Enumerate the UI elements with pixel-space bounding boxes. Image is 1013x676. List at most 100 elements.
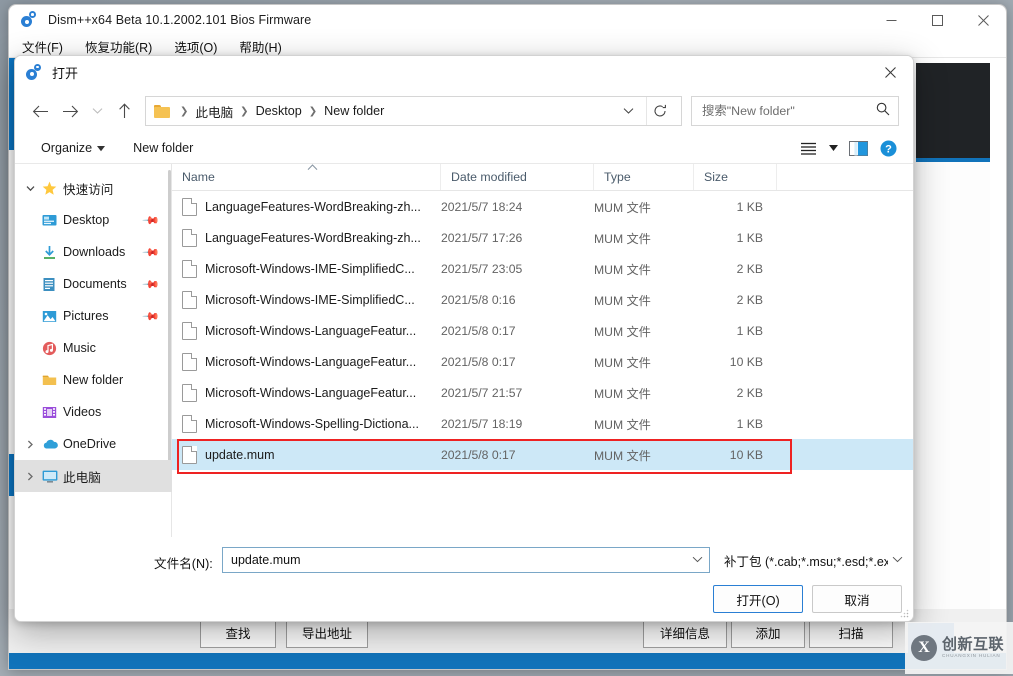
list-view-icon[interactable] — [795, 136, 821, 160]
close-button[interactable] — [960, 5, 1006, 35]
file-icon — [182, 229, 197, 247]
sidebar-item-onedrive[interactable]: OneDrive — [15, 428, 172, 460]
folder-icon — [154, 105, 170, 118]
table-row[interactable]: Microsoft-Windows-LanguageFeatur...2021/… — [172, 346, 913, 377]
file-size-cell: 1 KB — [694, 200, 777, 214]
organize-button[interactable]: Organize — [35, 138, 111, 158]
dialog-gear-icon — [26, 64, 44, 82]
file-date-cell: 2021/5/7 21:57 — [441, 386, 594, 400]
file-size-cell: 1 KB — [694, 231, 777, 245]
view-controls: ? — [795, 136, 901, 160]
chevron-down-icon — [97, 141, 105, 155]
file-date-cell: 2021/5/7 17:26 — [441, 231, 594, 245]
sidebar-item-new-folder[interactable]: New folder — [15, 364, 172, 396]
recent-locations-chevron-down-icon[interactable] — [85, 96, 109, 126]
menu-item-help[interactable]: 帮助(H) — [236, 36, 284, 57]
file-type-cell: MUM 文件 — [594, 260, 694, 278]
help-icon[interactable]: ? — [875, 136, 901, 160]
file-icon — [182, 260, 197, 278]
maximize-button[interactable] — [914, 5, 960, 35]
forward-arrow-icon[interactable] — [55, 96, 85, 126]
pin-icon[interactable]: 📌 — [142, 211, 161, 230]
up-arrow-icon[interactable] — [109, 96, 139, 126]
folder-icon — [39, 373, 60, 388]
filetype-chevron-down-icon[interactable] — [892, 555, 903, 566]
sidebar-item-this-pc[interactable]: 此电脑 — [15, 460, 172, 492]
table-row[interactable]: Microsoft-Windows-IME-SimplifiedC...2021… — [172, 253, 913, 284]
table-row[interactable]: Microsoft-Windows-Spelling-Dictiona...20… — [172, 408, 913, 439]
menu-item-recovery[interactable]: 恢复功能(R) — [82, 36, 155, 57]
new-folder-label: New folder — [133, 141, 193, 155]
dialog-close-button[interactable] — [868, 56, 913, 89]
pictures-icon — [39, 309, 60, 324]
breadcrumb-chevron-down-icon[interactable] — [617, 97, 639, 125]
file-size-cell: 2 KB — [694, 293, 777, 307]
search-icon[interactable] — [876, 102, 890, 121]
table-row[interactable]: Microsoft-Windows-LanguageFeatur...2021/… — [172, 377, 913, 408]
filename-input[interactable] — [229, 552, 692, 568]
breadcrumb[interactable]: ❯ 此电脑 ❯ Desktop ❯ New folder — [145, 96, 682, 126]
filename-label: 文件名(N): — [154, 553, 213, 572]
breadcrumb-item-newfolder[interactable]: New folder — [321, 104, 387, 118]
table-row[interactable]: Microsoft-Windows-LanguageFeatur...2021/… — [172, 315, 913, 346]
preview-pane-icon[interactable] — [845, 136, 871, 160]
file-icon — [182, 291, 197, 309]
sidebar-item-desktop[interactable]: Desktop 📌 — [15, 204, 172, 236]
open-button[interactable]: 打开(O) — [713, 585, 803, 613]
sidebar-item-videos[interactable]: Videos — [15, 396, 172, 428]
pin-icon[interactable]: 📌 — [142, 307, 161, 326]
menu-item-options[interactable]: 选项(O) — [171, 36, 220, 57]
filetype-value: 补丁包 (*.cab;*.msu;*.esd;*.ex — [724, 551, 888, 570]
table-row[interactable]: Microsoft-Windows-IME-SimplifiedC...2021… — [172, 284, 913, 315]
search-box[interactable] — [691, 96, 899, 126]
sidebar-item-quick-access[interactable]: 快速访问 — [15, 172, 172, 204]
column-header-date-modified[interactable]: Date modified — [441, 164, 594, 190]
breadcrumb-item-desktop[interactable]: Desktop — [253, 104, 305, 118]
file-name-label: Microsoft-Windows-LanguageFeatur... — [205, 324, 416, 338]
file-name-cell: LanguageFeatures-WordBreaking-zh... — [172, 229, 441, 247]
sidebar-item-music[interactable]: Music — [15, 332, 172, 364]
menu-item-file[interactable]: 文件(F) — [19, 36, 66, 57]
filetype-dropdown[interactable]: 补丁包 (*.cab;*.msu;*.esd;*.ex — [722, 547, 907, 573]
app-right-panel — [916, 162, 990, 632]
file-name-cell: update.mum — [172, 446, 441, 464]
table-row[interactable]: LanguageFeatures-WordBreaking-zh...2021/… — [172, 222, 913, 253]
sidebar-item-label: Pictures — [63, 309, 109, 323]
column-header-size[interactable]: Size — [694, 164, 777, 190]
filename-field[interactable] — [222, 547, 710, 573]
pin-icon[interactable]: 📌 — [142, 243, 161, 262]
file-size-cell: 1 KB — [694, 324, 777, 338]
view-chevron-down-icon[interactable] — [825, 136, 841, 160]
chevron-down-icon[interactable] — [21, 185, 39, 192]
chevron-right-icon[interactable] — [21, 440, 39, 449]
dialog-toolbar: Organize New folder — [15, 133, 913, 163]
file-date-cell: 2021/5/8 0:17 — [441, 448, 594, 462]
file-size-cell: 10 KB — [694, 355, 777, 369]
app-title-bar: Dism++x64 Beta 10.1.2002.101 Bios Firmwa… — [9, 5, 1006, 35]
new-folder-button[interactable]: New folder — [127, 138, 199, 158]
breadcrumb-item-thispc[interactable]: 此电脑 — [192, 102, 236, 121]
minimize-button[interactable] — [868, 5, 914, 35]
sidebar-item-documents[interactable]: Documents 📌 — [15, 268, 172, 300]
svg-text:?: ? — [885, 143, 892, 155]
music-icon — [39, 341, 60, 356]
filename-chevron-down-icon[interactable] — [692, 555, 703, 566]
sidebar-item-downloads[interactable]: Downloads 📌 — [15, 236, 172, 268]
chevron-right-icon[interactable] — [21, 472, 39, 481]
table-row[interactable]: update.mum2021/5/8 0:17MUM 文件10 KB — [172, 439, 913, 470]
file-name-label: Microsoft-Windows-IME-SimplifiedC... — [205, 293, 415, 307]
refresh-icon[interactable] — [646, 97, 673, 125]
table-row[interactable]: LanguageFeatures-WordBreaking-zh...2021/… — [172, 191, 913, 222]
back-arrow-icon[interactable] — [25, 96, 55, 126]
resize-grip[interactable] — [899, 608, 909, 618]
pin-icon[interactable]: 📌 — [142, 275, 161, 294]
file-icon — [182, 322, 197, 340]
file-name-label: Microsoft-Windows-IME-SimplifiedC... — [205, 262, 415, 276]
file-name-label: LanguageFeatures-WordBreaking-zh... — [205, 200, 421, 214]
search-input[interactable] — [700, 103, 876, 119]
column-header-type[interactable]: Type — [594, 164, 694, 190]
file-name-cell: Microsoft-Windows-LanguageFeatur... — [172, 353, 441, 371]
cancel-button[interactable]: 取消 — [812, 585, 902, 613]
file-name-cell: Microsoft-Windows-LanguageFeatur... — [172, 322, 441, 340]
sidebar-item-pictures[interactable]: Pictures 📌 — [15, 300, 172, 332]
